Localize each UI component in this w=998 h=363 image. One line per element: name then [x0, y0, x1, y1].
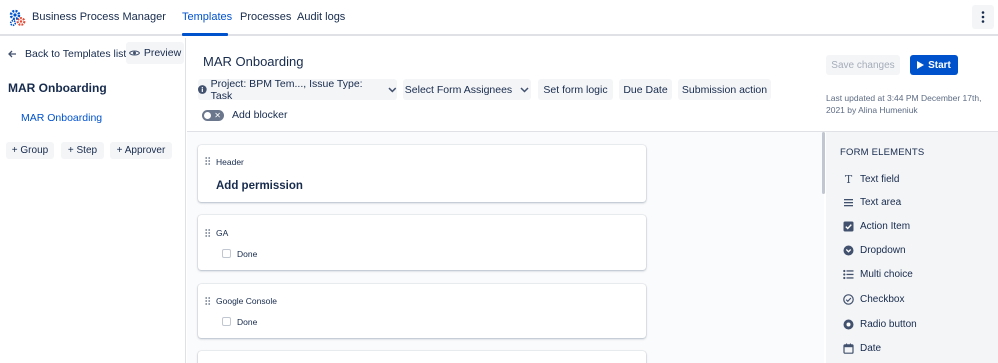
submission-action-button[interactable]: Submission action — [678, 79, 771, 100]
eye-icon — [128, 50, 140, 56]
form-element-label: Action Item — [860, 220, 911, 232]
nav-tab-processes[interactable]: Processes — [240, 11, 291, 23]
info-icon — [198, 85, 207, 94]
due-date-button[interactable]: Due Date — [619, 79, 672, 100]
panel-scrollbar[interactable] — [822, 132, 825, 194]
checkbox-label: Done — [237, 317, 258, 327]
active-tab-indicator — [182, 33, 228, 36]
done-checkbox[interactable] — [222, 317, 231, 326]
play-icon — [917, 61, 925, 69]
card-type-label: Header — [216, 157, 244, 167]
list-icon — [843, 269, 854, 279]
drag-handle-icon[interactable] — [205, 157, 211, 165]
checked-box-icon — [843, 221, 854, 231]
chevron-down-icon — [388, 87, 397, 92]
dropdown-circle-icon — [843, 245, 854, 255]
save-changes-button[interactable]: Save changes — [826, 55, 900, 75]
select-form-assignees-dropdown[interactable]: Select Form Assignees — [403, 79, 531, 100]
text-area-icon — [844, 198, 853, 206]
form-card-header[interactable]: Header Add permission — [198, 145, 646, 202]
project-label: Project: BPM Tem..., Issue Type: Task — [210, 77, 363, 102]
start-label: Start — [928, 59, 951, 71]
page-title: MAR Onboarding — [203, 54, 304, 69]
more-options-button[interactable] — [972, 5, 994, 29]
preview-label: Preview — [143, 47, 182, 59]
form-element-checkbox[interactable]: Checkbox — [843, 293, 904, 305]
form-element-label: Multi choice — [860, 268, 913, 280]
card-title: Google Console — [216, 296, 277, 306]
start-button[interactable]: Start — [910, 55, 958, 75]
form-element-multi-choice[interactable]: Multi choice — [843, 268, 913, 280]
checkbox-label: Done — [237, 249, 258, 259]
add-group-button[interactable]: + Group — [6, 142, 54, 159]
last-updated-text: Last updated at 3:44 PM December 17th, 2… — [826, 93, 982, 115]
done-checkbox[interactable] — [222, 249, 231, 258]
form-element-text-area[interactable]: Text area — [843, 196, 901, 208]
nav-tab-templates[interactable]: Templates — [182, 11, 232, 23]
radio-icon — [843, 319, 854, 329]
add-approver-button[interactable]: + Approver — [110, 142, 172, 159]
form-element-label: Text field — [860, 173, 900, 185]
drag-handle-icon[interactable] — [205, 297, 211, 305]
close-icon: ✕ — [214, 111, 221, 120]
back-label: Back to Templates list — [25, 48, 127, 60]
form-element-label: Dropdown — [860, 244, 906, 256]
form-element-action-item[interactable]: Action Item — [843, 220, 910, 232]
form-element-label: Radio button — [860, 318, 917, 330]
form-elements-title: FORM ELEMENTS — [840, 147, 925, 158]
card-heading: Add permission — [216, 180, 303, 192]
form-element-radio-button[interactable]: Radio button — [843, 318, 917, 330]
form-element-text-field[interactable]: T Text field — [843, 172, 900, 186]
arrow-left-icon — [8, 50, 16, 58]
chevron-down-icon — [520, 86, 529, 93]
left-sidebar: Back to Templates list Preview MAR Onboa… — [0, 38, 186, 363]
form-card-partial[interactable] — [198, 351, 646, 363]
text-field-icon: T — [844, 172, 853, 186]
form-element-dropdown[interactable]: Dropdown — [843, 244, 906, 256]
template-title: MAR Onboarding — [8, 81, 107, 95]
add-step-button[interactable]: + Step — [61, 142, 104, 159]
assignees-label: Select Form Assignees — [404, 83, 513, 96]
back-to-templates-button[interactable]: Back to Templates list — [7, 46, 126, 62]
gears-logo-icon — [9, 9, 26, 27]
calendar-icon — [843, 343, 854, 354]
top-navigation: Business Process Manager Templates Proce… — [0, 0, 998, 36]
form-element-label: Checkbox — [860, 293, 905, 305]
form-element-label: Text area — [860, 196, 902, 208]
preview-button[interactable]: Preview — [126, 42, 184, 64]
form-card-ga[interactable]: GA Done — [198, 215, 646, 270]
nav-tab-audit-logs[interactable]: Audit logs — [297, 11, 345, 23]
form-card-google-console[interactable]: Google Console Done — [198, 284, 646, 338]
add-blocker-label: Add blocker — [232, 109, 288, 121]
card-title: GA — [216, 228, 229, 238]
check-circle-icon — [843, 293, 854, 305]
app-title: Business Process Manager — [32, 11, 166, 23]
form-element-date[interactable]: Date — [843, 342, 881, 354]
set-form-logic-button[interactable]: Set form logic — [538, 79, 613, 100]
drag-handle-icon[interactable] — [205, 229, 211, 237]
form-element-label: Date — [860, 342, 882, 354]
add-blocker-toggle[interactable]: ✕ — [202, 110, 224, 121]
kebab-menu-icon — [981, 11, 985, 23]
project-issue-type-dropdown[interactable]: Project: BPM Tem..., Issue Type: Task — [198, 77, 397, 102]
template-link[interactable]: MAR Onboarding — [21, 112, 102, 124]
toggle-knob — [204, 112, 211, 119]
